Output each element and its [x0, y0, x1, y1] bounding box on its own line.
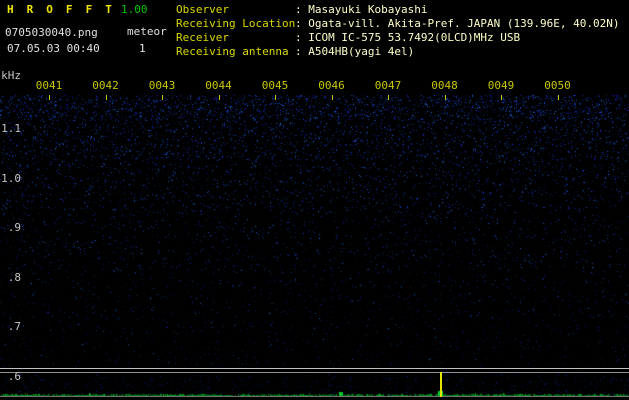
- frequency-tick-label: 1.1: [1, 122, 21, 135]
- time-tick-mark: [331, 95, 333, 100]
- time-tick-label: 0042: [92, 79, 119, 92]
- time-tick-mark: [218, 95, 220, 100]
- event-marker-line: [440, 372, 442, 397]
- info-value: : Ogata-vill. Akita-Pref. JAPAN (139.96E…: [295, 17, 620, 30]
- time-tick-mark: [444, 95, 446, 100]
- info-label: Receiving antenna: [176, 45, 289, 58]
- time-tick-mark: [105, 95, 107, 100]
- app-title: H R O F F T: [7, 3, 116, 16]
- time-tick-label: 0044: [205, 79, 232, 92]
- frequency-tick-label: .8: [7, 270, 21, 284]
- info-value: : A504HB(yagi 4el): [295, 45, 415, 58]
- time-tick-label: 0047: [374, 79, 402, 92]
- info-value: : ICOM IC-575 53.7492(0LCD)MHz USB: [295, 31, 521, 44]
- info-label: Observer: [176, 3, 229, 16]
- output-filename: 0705030040.png: [5, 26, 98, 39]
- info-value: : Masayuki Kobayashi: [295, 3, 428, 16]
- time-tick-label: 0050: [544, 79, 571, 92]
- station-info-row: Receiver : ICOM IC-575 53.7492(0LCD)MHz U…: [176, 31, 620, 45]
- time-tick-mark: [275, 95, 276, 100]
- time-tick-label: 0041: [35, 79, 63, 92]
- time-tick-label: 0049: [487, 79, 515, 92]
- separator-line-top: [0, 368, 629, 369]
- frequency-unit-label: kHz: [1, 69, 21, 82]
- frequency-tick-label: .9: [7, 221, 21, 235]
- hrofft-spectrogram-window: H R O F F T 1.00 0705030040.png meteor 0…: [0, 0, 629, 400]
- time-tick-label: 0046: [318, 79, 345, 92]
- station-info-row: Receiving Location: Ogata-vill. Akita-Pr…: [176, 17, 620, 31]
- separator-line-bottom: [0, 372, 629, 373]
- time-tick-label: 0048: [431, 79, 458, 92]
- meteor-count: 1: [139, 42, 146, 55]
- time-tick-label: 0043: [148, 79, 176, 92]
- info-label: Receiver: [176, 31, 229, 44]
- station-info-row: Receiving antenna : A504HB(yagi 4el): [176, 45, 620, 59]
- time-tick-mark: [557, 95, 559, 100]
- station-info: Observer : Masayuki Kobayashi Receiving Lo…: [176, 3, 620, 59]
- station-info-row: Observer : Masayuki Kobayashi: [176, 3, 620, 17]
- datetime-label: 07.05.03 00:40: [7, 42, 100, 55]
- time-tick-mark: [49, 95, 50, 100]
- app-version: 1.00: [121, 3, 148, 16]
- info-label: Receiving Location: [176, 17, 296, 30]
- time-tick-mark: [501, 95, 502, 100]
- frequency-tick-label: .7: [7, 320, 21, 334]
- level-strip-baseline: [0, 396, 629, 397]
- frequency-tick-label: .6: [7, 370, 21, 383]
- spectrogram-noise-canvas: [0, 0, 629, 400]
- mode-label: meteor: [127, 25, 167, 38]
- time-tick-mark: [388, 95, 389, 100]
- frequency-tick-label: 1.0: [1, 171, 21, 185]
- time-tick-mark: [162, 95, 163, 100]
- time-tick-label: 0045: [261, 79, 289, 92]
